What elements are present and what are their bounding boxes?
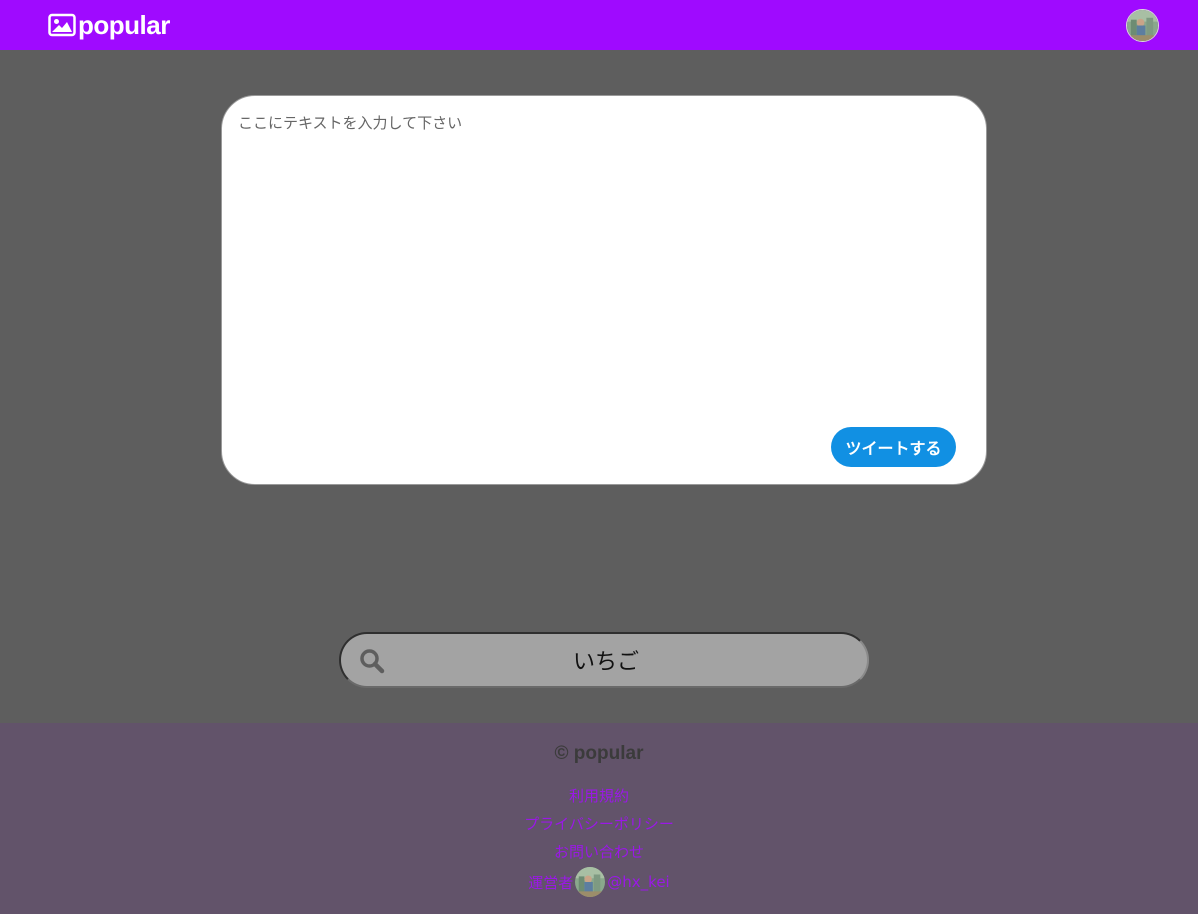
search-bar: [339, 632, 869, 688]
tweet-text-input[interactable]: [222, 96, 986, 484]
resize-handle-icon[interactable]: [975, 473, 984, 482]
search-icon[interactable]: [359, 648, 385, 674]
tweet-button[interactable]: ツイートする: [831, 427, 956, 467]
search-input[interactable]: [397, 634, 815, 686]
contact-link[interactable]: お問い合わせ: [0, 841, 1198, 862]
terms-link[interactable]: 利用規約: [0, 785, 1198, 806]
logo-text: popular: [78, 10, 170, 40]
operator-avatar-icon: [575, 867, 606, 897]
operator-handle-link[interactable]: @hx_kei: [607, 873, 669, 891]
image-icon: [48, 13, 76, 37]
footer: © popular 利用規約 プライバシーポリシー お問い合わせ 運営者 @hx…: [0, 723, 1198, 914]
logo-link[interactable]: popular: [48, 9, 170, 41]
operator-label: 運営者: [528, 873, 574, 892]
user-avatar-button[interactable]: [1126, 9, 1159, 42]
user-avatar-icon: [1127, 10, 1158, 41]
operator-info: 運営者 @hx_kei: [0, 867, 1198, 897]
top-bar: popular: [0, 0, 1198, 50]
copyright-text: © popular: [554, 743, 644, 764]
privacy-policy-link[interactable]: プライバシーポリシー: [0, 813, 1198, 834]
operator-avatar[interactable]: [575, 867, 606, 897]
